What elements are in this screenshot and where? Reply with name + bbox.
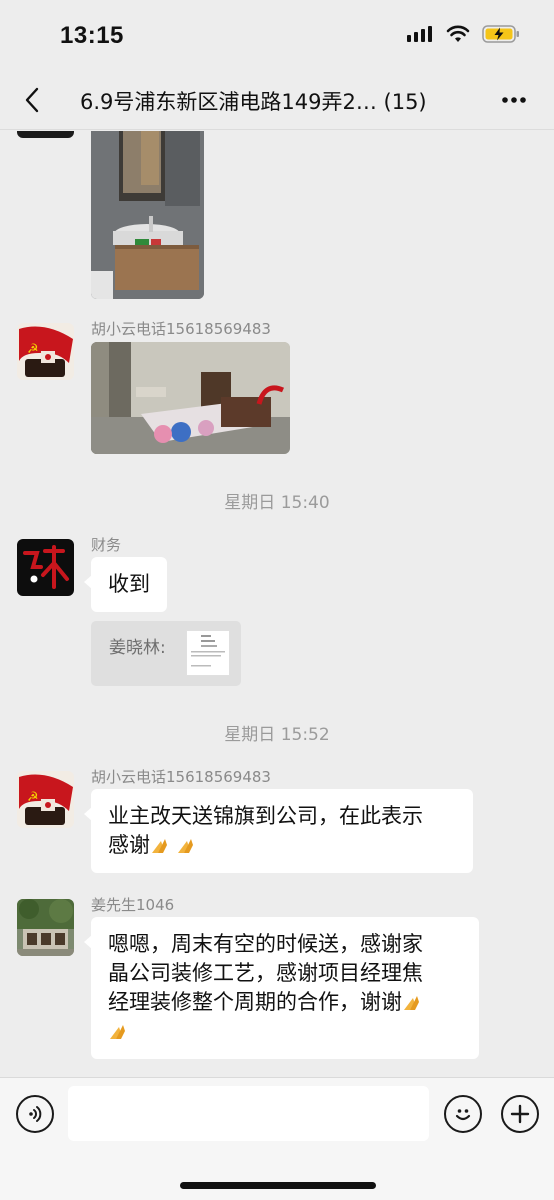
message-text-line: 嗯嗯，周末有空的时候送，感谢家 — [108, 932, 423, 956]
chat-header: 6.9号浦东新区浦电路149弄2… (15) — [0, 70, 554, 130]
avatar[interactable] — [17, 899, 74, 956]
cellular-signal-icon — [407, 26, 432, 42]
timestamp: 星期日 15:52 — [224, 725, 330, 745]
timestamp: 星期日 15:40 — [224, 493, 330, 513]
chevron-left-icon — [25, 87, 39, 113]
quoted-document-thumbnail — [186, 630, 230, 676]
photo-message[interactable] — [91, 131, 204, 299]
chat-title: 6.9号浦东新区浦电路149弄2… (15) — [80, 90, 427, 114]
avatar[interactable] — [17, 131, 74, 138]
message-text-line: 感谢 — [108, 831, 456, 860]
sender-name: 胡小云电话15618569483 — [91, 768, 271, 786]
message-text-line — [108, 1017, 462, 1046]
home-indicator — [180, 1182, 376, 1189]
battery-icon — [482, 25, 519, 43]
message-text: 收到 — [108, 572, 150, 596]
folded-hands-emoji-icon — [152, 839, 167, 853]
input-bar — [0, 1077, 554, 1200]
message-text-fragment: 感谢 — [108, 833, 150, 857]
message-text-line: 经理装修整个周期的合作，谢谢 — [108, 988, 462, 1017]
folded-hands-emoji-icon — [110, 1025, 125, 1039]
more-button[interactable] — [498, 84, 530, 116]
message-input[interactable] — [68, 1086, 429, 1141]
message-text-fragment: 经理装修整个周期的合作，谢谢 — [108, 990, 402, 1014]
back-button[interactable] — [16, 82, 48, 118]
photo-message[interactable] — [91, 342, 290, 454]
voice-icon — [29, 1106, 42, 1122]
sender-name: 财务 — [91, 536, 122, 554]
emoji-icon — [455, 1109, 471, 1121]
sender-name: 胡小云电话15618569483 — [91, 320, 271, 338]
message-bubble[interactable]: 收到 — [84, 557, 167, 612]
sender-name: 姜先生1046 — [91, 896, 175, 914]
message-bubble[interactable]: 业主改天送锦旗到公司，在此表示 感谢 — [84, 789, 473, 873]
chat-message-list[interactable]: ☭ 胡小云电话15618569483 星期日 15:40 财务 收到 姜晓林: … — [0, 131, 554, 1077]
add-button[interactable] — [501, 1095, 539, 1133]
status-time: 13:15 — [60, 22, 124, 49]
plus-icon — [510, 1104, 530, 1124]
svg-text:☭: ☭ — [27, 790, 39, 805]
avatar[interactable]: ☭ — [17, 771, 74, 828]
voice-button[interactable] — [16, 1095, 54, 1133]
message-bubble[interactable]: 嗯嗯，周末有空的时候送，感谢家 晶公司装修工艺，感谢项目经理焦 经理装修整个周期… — [84, 917, 479, 1059]
folded-hands-emoji-icon — [404, 996, 419, 1010]
avatar[interactable]: ☭ — [17, 323, 74, 380]
quoted-sender: 姜晓林: — [109, 638, 166, 658]
folded-hands-emoji-icon — [178, 839, 193, 853]
svg-text:☭: ☭ — [27, 342, 39, 357]
wifi-icon — [446, 25, 470, 42]
emoji-button[interactable] — [444, 1095, 482, 1133]
message-text-line: 业主改天送锦旗到公司，在此表示 — [108, 804, 423, 828]
status-icons — [406, 24, 520, 44]
message-text-line: 晶公司装修工艺，感谢项目经理焦 — [108, 961, 423, 985]
quoted-message[interactable]: 姜晓林: — [91, 621, 241, 686]
status-bar: 13:15 — [0, 0, 554, 70]
more-dots-icon — [502, 97, 526, 103]
avatar[interactable] — [17, 539, 74, 596]
